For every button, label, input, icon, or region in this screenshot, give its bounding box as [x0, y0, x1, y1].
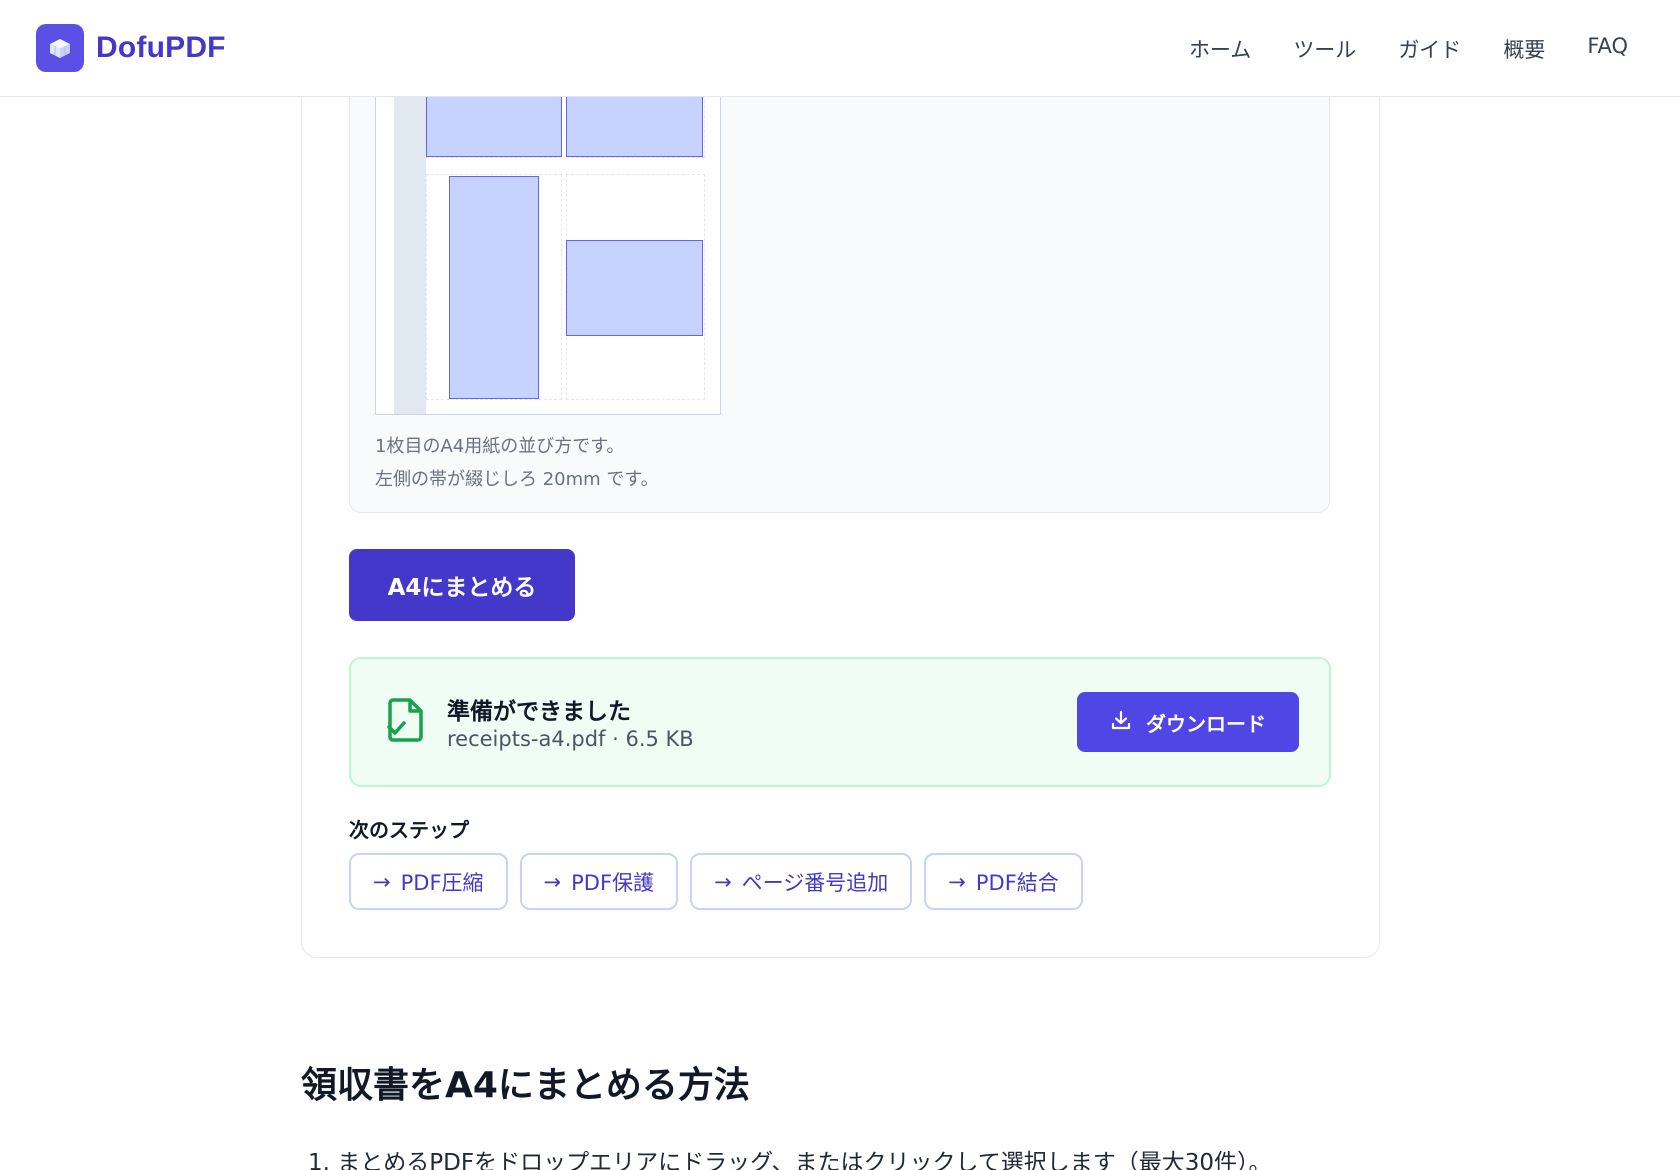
receipt-thumb — [566, 90, 703, 157]
preview-caption-1: 1枚目のA4用紙の並び方です。 — [375, 436, 625, 457]
next-step-merge[interactable]: → PDF結合 — [924, 853, 1083, 910]
brand-name: DofuPDF — [96, 31, 226, 64]
site-header: DofuPDF ホーム ツール ガイド 概要 FAQ — [0, 0, 1680, 97]
main-nav: ホーム ツール ガイド 概要 FAQ — [1189, 34, 1628, 64]
download-label: ダウンロード — [1146, 711, 1266, 736]
download-button[interactable]: ダウンロード — [1077, 692, 1299, 752]
result-title: 準備ができました — [447, 699, 631, 725]
nav-tools[interactable]: ツール — [1293, 34, 1356, 64]
scroll-fade — [400, 0, 710, 96]
howto-heading: 領収書をA4にまとめる方法 — [301, 1065, 750, 1106]
result-file-info: receipts-a4.pdf · 6.5 KB — [447, 727, 694, 751]
next-step-compress[interactable]: → PDF圧縮 — [349, 853, 508, 910]
nav-faq[interactable]: FAQ — [1587, 34, 1628, 64]
next-step-protect[interactable]: → PDF保護 — [519, 853, 679, 910]
chip-label: PDF結合 — [975, 870, 1059, 895]
nav-guide[interactable]: ガイド — [1398, 34, 1461, 64]
receipt-thumb — [426, 90, 562, 157]
arrow-right-icon: → — [373, 869, 391, 894]
chip-label: ページ番号追加 — [741, 870, 889, 895]
file-check-icon — [385, 697, 425, 747]
chip-label: PDF保護 — [571, 870, 655, 895]
next-step-page-numbers[interactable]: → ページ番号追加 — [690, 853, 913, 910]
download-icon — [1110, 709, 1132, 736]
arrow-right-icon: → — [543, 869, 562, 894]
howto-step-1: 1. まとめるPDFをドロップエリアにドラッグ、またはクリックして選択します（最… — [308, 1150, 1272, 1170]
receipt-thumb — [566, 240, 703, 336]
arrow-right-icon: → — [948, 869, 966, 894]
nav-about[interactable]: 概要 — [1503, 34, 1545, 64]
combine-a4-button[interactable]: A4にまとめる — [349, 549, 575, 621]
chip-label: PDF圧縮 — [400, 870, 484, 895]
next-steps-list: → PDF圧縮 → PDF保護 → ページ番号追加 → PDF結合 — [349, 853, 1083, 910]
receipt-thumb — [449, 176, 539, 399]
preview-caption-2: 左側の帯が綴じしろ 20mm です。 — [375, 469, 659, 490]
arrow-right-icon: → — [714, 869, 732, 894]
next-steps-title: 次のステップ — [349, 818, 469, 842]
tofu-icon — [36, 24, 84, 72]
nav-home[interactable]: ホーム — [1189, 34, 1251, 64]
brand-logo[interactable]: DofuPDF — [36, 24, 226, 72]
